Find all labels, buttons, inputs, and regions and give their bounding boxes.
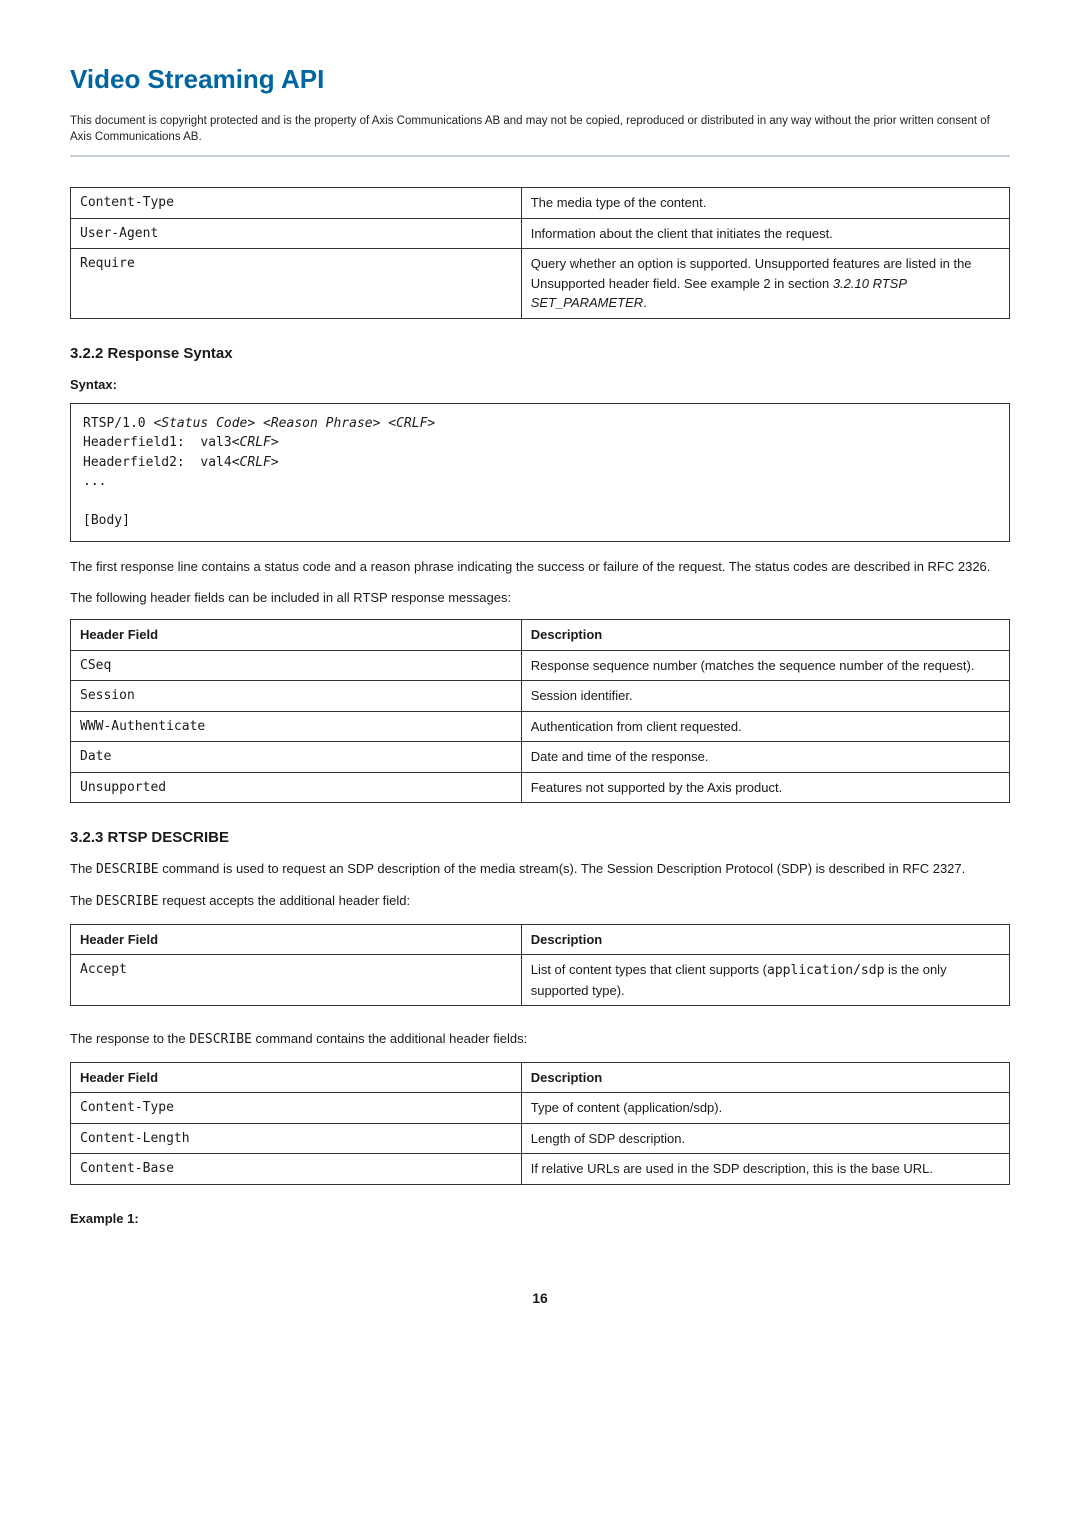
code-text: >	[427, 416, 435, 431]
code-text: ...	[83, 474, 106, 489]
header-desc-cell: Response sequence number (matches the se…	[521, 650, 1009, 681]
th-description: Description	[521, 620, 1009, 651]
header-desc-cell: Date and time of the response.	[521, 742, 1009, 773]
header-field-cell: Content-Type	[71, 1093, 522, 1124]
th-header-field: Header Field	[71, 1062, 522, 1093]
table-row: Session Session identifier.	[71, 681, 1010, 712]
code-text: Headerfield1: val3<	[83, 435, 240, 450]
para-text: The response to the	[70, 1031, 189, 1046]
header-field-cell: Accept	[71, 955, 522, 1006]
desc-code: application/sdp	[767, 963, 884, 978]
header-desc-cell: Features not supported by the Axis produ…	[521, 772, 1009, 803]
header-desc-cell: The media type of the content.	[521, 188, 1009, 219]
code-text: RTSP/1.0 <	[83, 416, 161, 431]
table-row: Content-Base If relative URLs are used i…	[71, 1154, 1010, 1185]
header-desc-cell: List of content types that client suppor…	[521, 955, 1009, 1006]
para-code: DESCRIBE	[189, 1032, 252, 1047]
th-header-field: Header Field	[71, 924, 522, 955]
describe-response-table: Header Field Description Content-Type Ty…	[70, 1062, 1010, 1185]
table-row: Accept List of content types that client…	[71, 955, 1010, 1006]
code-text: >	[271, 435, 279, 450]
header-field-cell: Unsupported	[71, 772, 522, 803]
section-323-heading: 3.2.3 RTSP DESCRIBE	[70, 827, 1010, 850]
header-field-cell: WWW-Authenticate	[71, 711, 522, 742]
th-description: Description	[521, 924, 1009, 955]
table-row: Content-Type The media type of the conte…	[71, 188, 1010, 219]
section-323-para2: The DESCRIBE request accepts the additio…	[70, 892, 1010, 912]
table-header-row: Header Field Description	[71, 924, 1010, 955]
table-row: CSeq Response sequence number (matches t…	[71, 650, 1010, 681]
header-desc-cell: Length of SDP description.	[521, 1123, 1009, 1154]
code-text: > <	[247, 416, 270, 431]
table-row: Content-Type Type of content (applicatio…	[71, 1093, 1010, 1124]
header-field-cell: Content-Length	[71, 1123, 522, 1154]
header-field-cell: CSeq	[71, 650, 522, 681]
para-code: DESCRIBE	[96, 862, 159, 877]
code-var: Reason Phrase	[271, 416, 373, 431]
example-1-label: Example 1:	[70, 1209, 1010, 1229]
syntax-label: Syntax:	[70, 375, 1010, 395]
th-description: Description	[521, 1062, 1009, 1093]
header-field-cell: Date	[71, 742, 522, 773]
table-row: Date Date and time of the response.	[71, 742, 1010, 773]
title-divider	[70, 155, 1010, 157]
response-headers-table: Header Field Description CSeq Response s…	[70, 619, 1010, 803]
para-text: command contains the additional header f…	[252, 1031, 527, 1046]
code-var: CRLF	[240, 435, 271, 450]
copyright-text: This document is copyright protected and…	[70, 113, 1010, 145]
para-text: The	[70, 893, 96, 908]
table-row: Require Query whether an option is suppo…	[71, 249, 1010, 319]
section-322-para1: The first response line contains a statu…	[70, 558, 1010, 577]
describe-request-table: Header Field Description Accept List of …	[70, 924, 1010, 1007]
header-field-cell: Require	[71, 249, 522, 319]
code-text: >	[271, 455, 279, 470]
code-text: [Body]	[83, 513, 130, 528]
code-var: CRLF	[240, 455, 271, 470]
request-headers-table: Content-Type The media type of the conte…	[70, 187, 1010, 319]
section-323-para1: The DESCRIBE command is used to request …	[70, 860, 1010, 880]
header-field-cell: Session	[71, 681, 522, 712]
table-row: WWW-Authenticate Authentication from cli…	[71, 711, 1010, 742]
header-field-cell: User-Agent	[71, 218, 522, 249]
page-title: Video Streaming API	[70, 60, 1010, 99]
th-header-field: Header Field	[71, 620, 522, 651]
code-text: Headerfield2: val4<	[83, 455, 240, 470]
code-var: Status Code	[161, 416, 247, 431]
code-text: > <	[373, 416, 396, 431]
header-desc-cell: Session identifier.	[521, 681, 1009, 712]
section-322-para2: The following header fields can be inclu…	[70, 589, 1010, 608]
header-desc-cell: Information about the client that initia…	[521, 218, 1009, 249]
header-desc-cell: Query whether an option is supported. Un…	[521, 249, 1009, 319]
header-desc-cell: Type of content (application/sdp).	[521, 1093, 1009, 1124]
section-323-para3: The response to the DESCRIBE command con…	[70, 1030, 1010, 1050]
desc-text: List of content types that client suppor…	[531, 962, 767, 977]
table-row: Content-Length Length of SDP description…	[71, 1123, 1010, 1154]
page-number: 16	[70, 1288, 1010, 1309]
table-header-row: Header Field Description	[71, 620, 1010, 651]
section-322-heading: 3.2.2 Response Syntax	[70, 343, 1010, 366]
desc-tail: .	[643, 295, 647, 310]
para-code: DESCRIBE	[96, 894, 159, 909]
header-desc-cell: If relative URLs are used in the SDP des…	[521, 1154, 1009, 1185]
response-syntax-code: RTSP/1.0 <Status Code> <Reason Phrase> <…	[70, 403, 1010, 542]
table-row: Unsupported Features not supported by th…	[71, 772, 1010, 803]
header-field-cell: Content-Base	[71, 1154, 522, 1185]
header-desc-cell: Authentication from client requested.	[521, 711, 1009, 742]
code-var: CRLF	[396, 416, 427, 431]
para-text: command is used to request an SDP descri…	[159, 861, 966, 876]
header-field-cell: Content-Type	[71, 188, 522, 219]
table-header-row: Header Field Description	[71, 1062, 1010, 1093]
table-row: User-Agent Information about the client …	[71, 218, 1010, 249]
para-text: request accepts the additional header fi…	[159, 893, 411, 908]
para-text: The	[70, 861, 96, 876]
